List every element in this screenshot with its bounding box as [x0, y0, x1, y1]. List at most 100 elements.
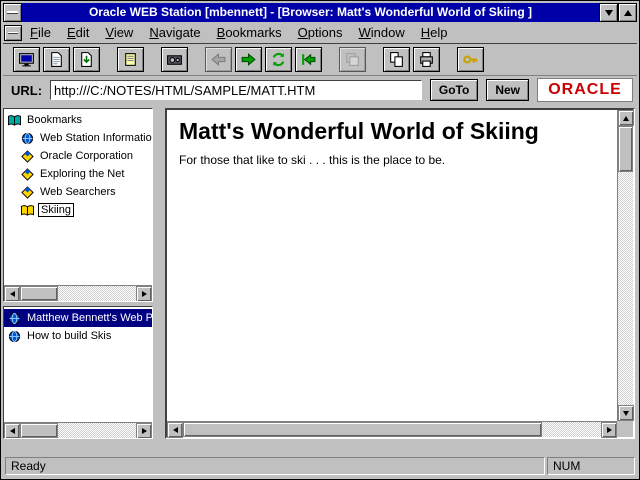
bookmarks-hscrollbar: [4, 285, 152, 301]
globe-icon: [7, 312, 22, 325]
view-document-button[interactable]: [43, 47, 70, 72]
arrow-down-icon: [623, 411, 629, 416]
reload-icon: [270, 51, 287, 68]
bookmarks-root[interactable]: Bookmarks: [4, 111, 152, 129]
bookmark-item-4-label: Skiing: [38, 203, 74, 217]
bookmark-item-3[interactable]: Web Searchers: [4, 183, 152, 201]
book-open-icon: [7, 114, 22, 127]
url-bar: URL: GoTo New ORACLE: [3, 76, 637, 104]
reload-button[interactable]: [265, 47, 292, 72]
scrollbar-corner: [617, 421, 633, 437]
print-button[interactable]: [413, 47, 440, 72]
clone-window-button: [339, 47, 366, 72]
menu-view[interactable]: View: [105, 25, 133, 40]
content-scroll-down-button[interactable]: [618, 405, 634, 421]
bookmark-item-3-label: Web Searchers: [38, 186, 118, 198]
key-icon: [462, 51, 479, 68]
main-area: Bookmarks Web Station InformationOracle C…: [3, 104, 637, 439]
minimize-button[interactable]: [599, 3, 618, 22]
arrow-left-icon: [173, 427, 178, 433]
bookmark-page-icon: [20, 186, 35, 199]
content-vscrollbar: [617, 110, 633, 421]
new-page-button[interactable]: [117, 47, 144, 72]
menu-file[interactable]: File: [30, 25, 51, 40]
bookmark-item-2[interactable]: Exploring the Net: [4, 165, 152, 183]
page-icon: [122, 51, 139, 68]
page-content: Matt's Wonderful World of Skiing For tho…: [167, 110, 617, 421]
url-label: URL:: [11, 83, 42, 98]
browser-content-pane: Matt's Wonderful World of Skiing For tho…: [165, 108, 635, 439]
history-scroll-left-button[interactable]: [4, 423, 20, 439]
new-button[interactable]: New: [486, 79, 529, 101]
child-system-menu-icon: [8, 32, 18, 34]
app-window: Oracle WEB Station [mbennett] - [Browser…: [0, 0, 640, 480]
copy-icon: [388, 51, 405, 68]
arrow-right-icon: [142, 428, 147, 434]
monitor-icon: [18, 51, 35, 68]
help-button[interactable]: [457, 47, 484, 72]
maximize-button[interactable]: [618, 3, 637, 22]
snapshot-button[interactable]: [161, 47, 188, 72]
print-icon: [418, 51, 435, 68]
system-menu-button[interactable]: [3, 3, 22, 22]
content-vscroll-track: [618, 126, 633, 405]
bookmark-item-0[interactable]: Web Station Information: [4, 129, 152, 147]
bookmarks-tree: Bookmarks Web Station InformationOracle C…: [4, 109, 152, 285]
history-hscroll-thumb[interactable]: [20, 423, 58, 438]
bookmark-page-icon: [20, 150, 35, 163]
history-scroll-right-button[interactable]: [136, 423, 152, 439]
save-document-button[interactable]: [73, 47, 100, 72]
arrow-right-icon: [142, 291, 147, 297]
return-button[interactable]: [295, 47, 322, 72]
open-location-button[interactable]: [13, 47, 40, 72]
bookmarks-hscroll-thumb[interactable]: [20, 286, 58, 301]
history-item-0[interactable]: Matthew Bennett's Web Pa: [4, 309, 152, 327]
arrow-return-icon: [300, 51, 317, 68]
menu-help[interactable]: Help: [421, 25, 448, 40]
content-hscroll-thumb[interactable]: [183, 422, 542, 437]
bottom-gap: [3, 439, 637, 455]
menu-edit[interactable]: Edit: [67, 25, 89, 40]
arrow-left-icon: [210, 51, 227, 68]
content-scroll-up-button[interactable]: [618, 110, 634, 126]
menu-window[interactable]: Window: [359, 25, 405, 40]
document-icon: [48, 51, 65, 68]
bookmarks-scroll-right-button[interactable]: [136, 286, 152, 302]
content-scroll-left-button[interactable]: [167, 422, 183, 438]
menu-options[interactable]: Options: [298, 25, 343, 40]
content-hscroll-track: [183, 422, 601, 437]
child-system-menu-button[interactable]: [4, 25, 22, 41]
bookmark-item-2-label: Exploring the Net: [38, 168, 126, 180]
bookmark-page-icon: [20, 168, 35, 181]
menu-navigate[interactable]: Navigate: [149, 25, 200, 40]
history-panel: Matthew Bennett's Web Pa How to build Ski…: [3, 306, 153, 439]
page-heading: Matt's Wonderful World of Skiing: [179, 118, 605, 145]
clone-icon: [344, 51, 361, 68]
title-bar: Oracle WEB Station [mbennett] - [Browser…: [3, 3, 637, 22]
content-vscroll-thumb[interactable]: [618, 126, 633, 172]
copy-button[interactable]: [383, 47, 410, 72]
left-panel: Bookmarks Web Station InformationOracle C…: [3, 108, 153, 439]
url-input[interactable]: [50, 80, 422, 100]
globe-icon: [20, 132, 35, 145]
arrow-right-icon: [240, 51, 257, 68]
content-scroll-right-button[interactable]: [601, 422, 617, 438]
bookmark-item-1[interactable]: Oracle Corporation: [4, 147, 152, 165]
bookmarks-root-label: Bookmarks: [25, 114, 84, 126]
forward-button[interactable]: [235, 47, 262, 72]
back-button: [205, 47, 232, 72]
maximize-icon: [624, 10, 632, 16]
history-hscroll-track: [20, 423, 136, 438]
status-message: Ready: [5, 457, 545, 475]
bookmark-item-4[interactable]: Skiing: [4, 201, 152, 219]
bookmarks-scroll-left-button[interactable]: [4, 286, 20, 302]
page-text: For those that like to ski . . . this is…: [179, 153, 605, 167]
arrow-right-icon: [607, 427, 612, 433]
goto-button[interactable]: GoTo: [430, 79, 478, 101]
oracle-logo: ORACLE: [537, 78, 633, 102]
history-item-1-label: How to build Skis: [25, 330, 113, 342]
history-item-1[interactable]: How to build Skis: [4, 327, 152, 345]
menu-items: File Edit View Navigate Bookmarks Options Wind…: [30, 25, 448, 40]
menu-bookmarks[interactable]: Bookmarks: [217, 25, 282, 40]
window-title: Oracle WEB Station [mbennett] - [Browser…: [22, 3, 599, 22]
